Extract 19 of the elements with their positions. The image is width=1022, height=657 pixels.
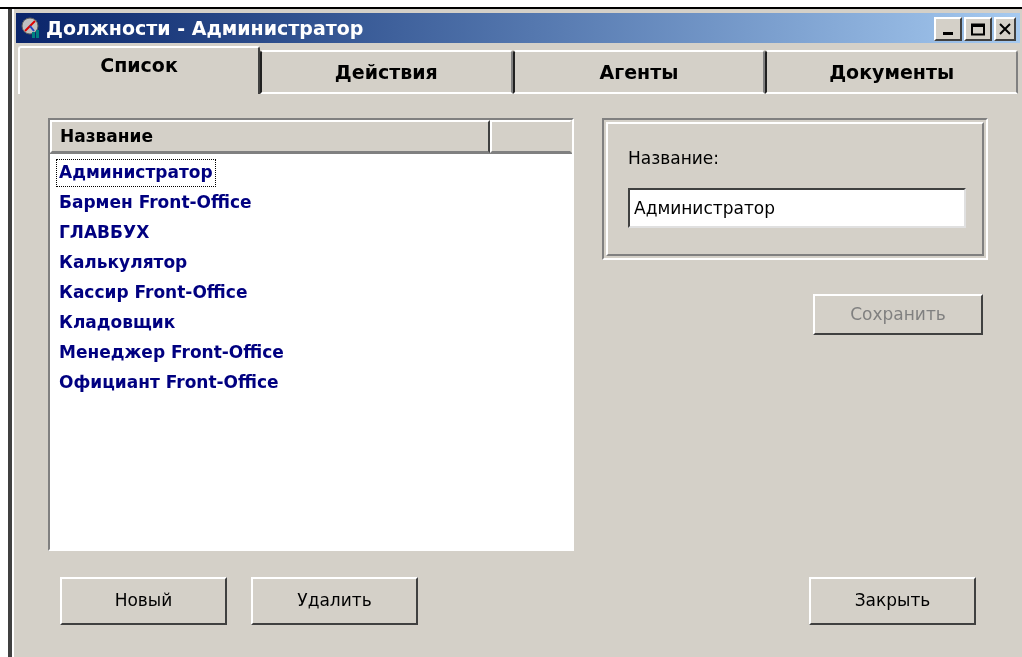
- list-item[interactable]: Официант Front-Office: [56, 369, 282, 397]
- dialog-button[interactable]: Удалить: [251, 577, 418, 625]
- tab[interactable]: Агенты: [512, 50, 766, 94]
- list-item[interactable]: Калькулятор: [56, 249, 191, 277]
- list-item[interactable]: ГЛАВБУХ: [56, 219, 153, 247]
- field-label: Название:: [628, 147, 721, 170]
- list-item[interactable]: Бармен Front-Office: [56, 189, 255, 217]
- column-header[interactable]: Название: [50, 120, 490, 153]
- tab[interactable]: Список: [18, 46, 260, 94]
- list-item[interactable]: Кассир Front-Office: [56, 279, 251, 307]
- list-item[interactable]: Кладовщик: [56, 309, 179, 337]
- list-item[interactable]: Менеджер Front-Office: [56, 339, 287, 367]
- name-input-field[interactable]: Администратор: [628, 187, 966, 228]
- dialog-button[interactable]: Новый: [60, 577, 227, 625]
- list-item[interactable]: Администратор: [56, 159, 216, 187]
- window-title: Должности - Администратор: [46, 15, 365, 41]
- dialog-button[interactable]: Закрыть: [809, 577, 976, 625]
- tab[interactable]: Документы: [765, 50, 1018, 94]
- tab[interactable]: Действия: [260, 50, 513, 94]
